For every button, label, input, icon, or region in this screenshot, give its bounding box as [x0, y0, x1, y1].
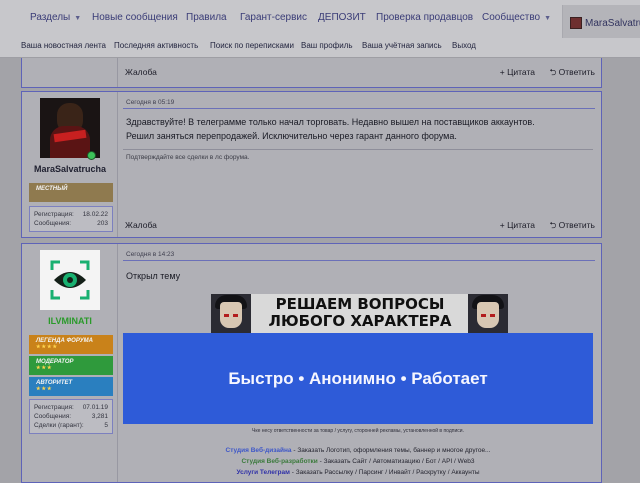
- signature-banner-anime[interactable]: РЕШАЕМ ВОПРОСЫ ЛЮБОГО ХАРАКТЕРА: [211, 294, 508, 334]
- post-message: Открыл тему: [126, 271, 181, 281]
- post-timestamp[interactable]: Сегодня в 05:19: [126, 99, 174, 106]
- nav-username: MaraSalvatrucha: [585, 18, 640, 29]
- post-marasalvatrucha: MaraSalvatrucha МЕСТНЫЙ Регистрация: 18.0…: [21, 91, 602, 238]
- account-submenu: Ваша новостная лента Последняя активност…: [0, 38, 640, 56]
- sub-search-conversations[interactable]: Поиск по переписками: [210, 41, 294, 50]
- header-divider: [123, 108, 595, 109]
- user-avatar[interactable]: [40, 250, 100, 310]
- reply-button[interactable]: ⮌ Ответить: [549, 67, 595, 81]
- post-content: Сегодня в 14:23 Открыл тему РЕШАЕМ ВОПРО…: [123, 244, 595, 482]
- top-navigation: Разделы ▼ Новые сообщения Правила Гарант-…: [0, 0, 640, 58]
- signature-banner-blue[interactable]: Быстро • Анонимно • Работает: [123, 333, 593, 424]
- report-link[interactable]: Жалоба: [125, 67, 157, 77]
- user-stats: Регистрация: 18.02.22 Сообщения: 203: [29, 206, 113, 232]
- stat-messages: Сообщения: 203: [34, 220, 108, 227]
- main-menu: Разделы ▼ Новые сообщения Правила Гарант-…: [0, 0, 640, 38]
- post-username[interactable]: MaraSalvatrucha: [22, 164, 118, 174]
- post-author-panel: ILVMINATI ЛЕГЕНДА ФОРУМА ★★★★ МОДЕРАТОР ★★…: [22, 244, 118, 482]
- header-divider: [123, 260, 595, 261]
- post-signature: Подтверждайте все сделки в лс форума.: [126, 154, 250, 161]
- post-content: Сегодня в 05:19 Здравствуйте! В телеграм…: [123, 92, 595, 237]
- sub-news-feed[interactable]: Ваша новостная лента: [21, 41, 106, 50]
- post-message: Здравствуйте! В телеграмме только начал …: [126, 117, 535, 141]
- online-indicator: [87, 151, 96, 160]
- studio-design-link[interactable]: Студия Веб-дизайна: [226, 447, 292, 454]
- user-menu[interactable]: MaraSalvatrucha: [562, 5, 640, 38]
- sub-account[interactable]: Ваша учётная запись: [362, 41, 442, 50]
- avatar: [570, 17, 582, 29]
- chevron-down-icon: ▼: [74, 15, 82, 22]
- sub-recent-activity[interactable]: Последняя активность: [114, 41, 198, 50]
- chevron-down-icon: ▼: [544, 15, 552, 22]
- eye-logo-icon: [50, 260, 90, 300]
- anime-character-left: [211, 294, 251, 334]
- sub-logout[interactable]: Выход: [452, 41, 476, 50]
- nav-deposit[interactable]: ДЕПОЗИТ: [318, 12, 366, 23]
- user-rank-badge: МЕСТНЫЙ: [29, 183, 113, 202]
- user-stats: Регистрация: 07.01.19 Сообщения: 3,281 Сде…: [29, 399, 113, 434]
- stat-guarantee-deals: Сделки (гарант): 5: [34, 422, 108, 429]
- quote-button[interactable]: + Цитата: [500, 67, 535, 77]
- post-timestamp[interactable]: Сегодня в 14:23: [126, 251, 174, 258]
- quote-button[interactable]: + Цитата: [500, 220, 535, 230]
- signature-line-design: Студия Веб-дизайна - Заказать Логотип, о…: [225, 447, 491, 454]
- signature-divider: [123, 149, 593, 150]
- post-author-panel: MaraSalvatrucha МЕСТНЫЙ Регистрация: 18.0…: [22, 92, 118, 237]
- signature-disclaimer: Чке несу ответственности за товар / услу…: [252, 428, 464, 434]
- stat-messages: Сообщения: 3,281: [34, 413, 108, 420]
- anime-character-right: [468, 294, 508, 334]
- stat-registration: Регистрация: 18.02.22: [34, 211, 108, 218]
- signature-line-dev: Студия Веб-разработки - Заказать Сайт / …: [241, 458, 475, 465]
- banner-text: РЕШАЕМ ВОПРОСЫ ЛЮБОГО ХАРАКТЕРА: [268, 295, 452, 330]
- post-ilvminati: ILVMINATI ЛЕГЕНДА ФОРУМА ★★★★ МОДЕРАТОР ★★…: [21, 243, 602, 483]
- studio-dev-link[interactable]: Студия Веб-разработки: [241, 458, 317, 465]
- nav-new-posts[interactable]: Новые сообщения: [92, 12, 178, 23]
- nav-community[interactable]: Сообщество ▼: [482, 12, 551, 23]
- post-author-panel: [22, 58, 118, 87]
- user-avatar[interactable]: [40, 98, 100, 158]
- stat-registration: Регистрация: 07.01.19: [34, 404, 108, 411]
- nav-sections[interactable]: Разделы ▼: [30, 12, 81, 23]
- sub-your-profile[interactable]: Ваш профиль: [301, 41, 353, 50]
- nav-guarantee[interactable]: Гарант-сервис: [240, 12, 307, 23]
- post-username[interactable]: ILVMINATI: [22, 316, 118, 326]
- user-rank-badge: АВТОРИТЕТ ★★★: [29, 377, 113, 396]
- user-rank-badge: ЛЕГЕНДА ФОРУМА ★★★★: [29, 335, 113, 354]
- post-previous: Жалоба + Цитата ⮌ Ответить: [21, 58, 602, 88]
- reply-button[interactable]: ⮌ Ответить: [549, 220, 595, 234]
- nav-seller-check[interactable]: Проверка продавцов: [376, 12, 473, 23]
- post-content: Жалоба + Цитата ⮌ Ответить: [123, 58, 595, 87]
- user-rank-badge: МОДЕРАТОР ★★★: [29, 356, 113, 375]
- nav-rules[interactable]: Правила: [186, 12, 227, 23]
- report-link[interactable]: Жалоба: [125, 220, 157, 230]
